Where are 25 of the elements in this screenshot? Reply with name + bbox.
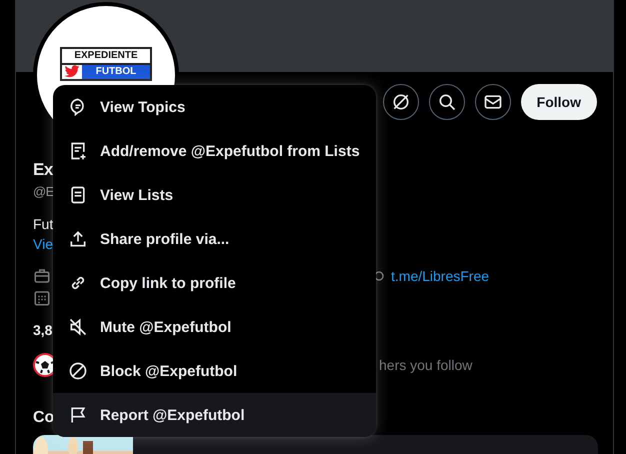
logo-text: FUTBOL [82, 65, 150, 79]
share-icon [68, 229, 88, 249]
menu-item[interactable]: Copy link to profile [53, 261, 376, 305]
profile-handle: @E [33, 183, 54, 201]
menu-item[interactable]: Mute @Expefutbol [53, 305, 376, 349]
follow-stats[interactable]: 3,8 [33, 320, 52, 340]
menu-item[interactable]: Share profile via... [53, 217, 376, 261]
menu-item[interactable]: View Lists [53, 173, 376, 217]
section-title: Co [33, 408, 54, 428]
profile-bio: Fut [33, 215, 54, 234]
followers-note: hers you follow [379, 357, 472, 373]
mute-icon [68, 317, 88, 337]
profile-name: Ex [33, 159, 53, 181]
bio-link[interactable]: Vie [33, 234, 53, 254]
follow-button[interactable]: Follow [520, 84, 597, 120]
menu-item[interactable]: Block @Expefutbol [53, 349, 376, 393]
block-icon [68, 361, 88, 381]
calendar-icon [33, 289, 51, 307]
menu-item[interactable]: Report @Expefutbol [53, 393, 376, 437]
logo-text: EXPEDIENTE [73, 49, 139, 63]
message-icon[interactable] [474, 84, 511, 120]
briefcase-icon [33, 267, 51, 285]
website-link[interactable]: t.me/LibresFree [391, 266, 490, 286]
bird-icon [62, 65, 82, 79]
search-icon[interactable] [428, 84, 465, 120]
